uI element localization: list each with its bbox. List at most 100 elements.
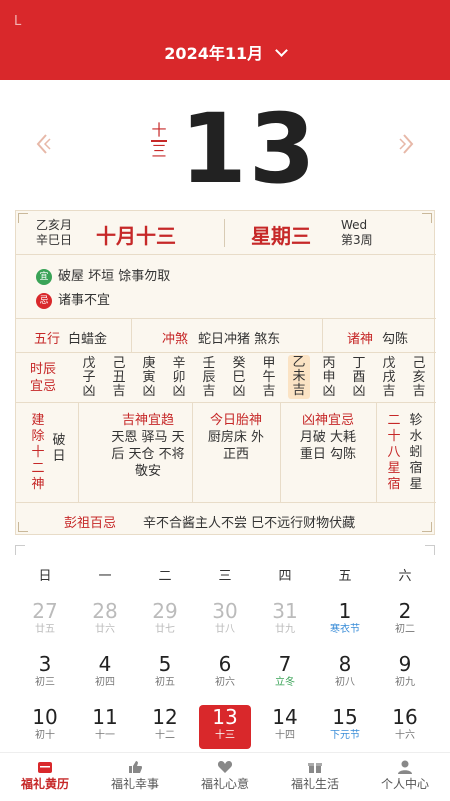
day-number: 6 (218, 652, 232, 676)
calendar-day[interactable]: 27 廿五 (19, 599, 71, 643)
calendar-day[interactable]: 11 十一 (79, 705, 131, 749)
shichen-item: 癸巳凶 (228, 357, 250, 399)
calendar-day[interactable]: 3 初三 (19, 652, 71, 696)
weekday-header: 五 (338, 569, 352, 584)
calendar-day[interactable]: 12 十二 (139, 705, 191, 749)
shichen-verdict: 吉 (112, 384, 126, 399)
day-number: 15 (332, 705, 358, 729)
calendar-day[interactable]: 16 十六 (379, 705, 431, 749)
taishen-line: 厨房床 外 (207, 430, 265, 445)
xiongshen-body: 月破 大耗 重日 勾陈 (280, 429, 376, 463)
calendar-day[interactable]: 5 初五 (139, 652, 191, 696)
shichen-item: 戊子凶 (78, 357, 100, 399)
calendar-day[interactable]: 2 初二 (379, 599, 431, 643)
tab-5[interactable]: 个人中心 (360, 753, 450, 801)
xiongshen-line: 重日 勾陈 (299, 447, 357, 462)
calendar-day[interactable]: 14 十四 (259, 705, 311, 749)
shichen-verdict: 凶 (82, 384, 96, 399)
tab-2[interactable]: 福礼幸事 (90, 753, 180, 801)
chongsha-value: 蛇日冲猪 煞东 (198, 332, 281, 347)
lunar-date: 十月十三 (96, 224, 176, 248)
day-lunar: 初十 (35, 730, 55, 741)
day-number: 1 (338, 599, 352, 623)
shichen-item: 丙申凶 (318, 357, 340, 399)
shichen-label-line: 宜忌 (30, 379, 57, 394)
day-number: 16 (392, 705, 418, 729)
pengzu-value: 辛不合酱主人不尝 巳不远行财物伏藏 (143, 516, 356, 531)
shichen-ganzhi-1: 己亥 (412, 356, 426, 385)
jianchu-value: 破日 (52, 433, 66, 464)
calendar-day[interactable]: 7 立冬 (259, 652, 311, 696)
shichen-verdict: 凶 (322, 384, 336, 399)
wuxing-row: 五行 白蜡金 冲煞 蛇日冲猪 煞东 诸神 勾陈 (16, 319, 436, 353)
calendar-icon (37, 759, 53, 773)
calendar-day[interactable]: 9 初九 (379, 652, 431, 696)
shichen-ganzhi-1: 己丑 (112, 356, 126, 385)
calendar-day[interactable]: 1 寒衣节 (319, 599, 371, 643)
weekday-header: 三 (218, 569, 232, 584)
calendar-day-selected[interactable]: 13 十三 (199, 705, 251, 749)
day-number: 30 (212, 599, 238, 623)
calendar-day[interactable]: 28 廿六 (79, 599, 131, 643)
calendar-day[interactable]: 4 初四 (79, 652, 131, 696)
month-selector[interactable]: 2024年11月 (0, 40, 450, 64)
weekday-header: 一 (98, 569, 112, 584)
day-number: 27 (32, 599, 58, 623)
shichen-ganzhi-1: 庚寅 (142, 356, 156, 385)
user-icon (397, 759, 413, 774)
date-hero: 十 三 13 (0, 80, 450, 208)
day-lunar: 廿五 (35, 624, 55, 635)
week-number: 第3周 (341, 233, 373, 247)
calendar-day[interactable]: 29 廿七 (139, 599, 191, 643)
day-number: 2 (398, 599, 412, 623)
status-mark: L (14, 14, 22, 29)
day-number: 29 (152, 599, 178, 623)
chevron-right-icon (399, 134, 414, 154)
day-number: 5 (158, 652, 172, 676)
shichen-verdict: 凶 (172, 384, 186, 399)
shichen-item: 戊戌吉 (378, 357, 400, 399)
taishen-line: 正西 (222, 447, 249, 462)
day-lunar: 下元节 (330, 730, 360, 741)
bottom-tab-bar: 福礼黄历 福礼幸事 福礼心意 福礼生活 个人中心 (0, 752, 450, 800)
calendar-day[interactable]: 31 廿九 (259, 599, 311, 643)
weekday: 星期三 (251, 224, 311, 248)
shichen-ganzhi-1: 辛卯 (172, 356, 186, 385)
day-number: 11 (92, 705, 118, 729)
calendar-day[interactable]: 8 初八 (319, 652, 371, 696)
day-lunar: 初二 (395, 624, 415, 635)
day-number: 9 (398, 652, 412, 676)
weekday-header: 六 (398, 569, 412, 584)
chongsha-label: 冲煞 (162, 332, 189, 347)
shichen-item: 丁酉凶 (348, 357, 370, 399)
tab-label: 福礼心意 (200, 777, 249, 791)
tab-3[interactable]: 福礼心意 (180, 753, 270, 801)
shichen-label: 时辰 宜忌 (30, 361, 56, 395)
calendar-day[interactable]: 15 下元节 (319, 705, 371, 749)
prev-day-button[interactable] (32, 132, 56, 156)
date-summary-row: 乙亥月 辛巳日 十月十三 星期三 Wed 第3周 (16, 211, 436, 255)
shichen-item: 辛卯凶 (168, 357, 190, 399)
day-lunar: 初五 (155, 677, 175, 688)
app-header: L 2024年11月 (0, 0, 450, 80)
ji-line: 忌诸事不宜 (36, 289, 110, 309)
shichen-item: 庚寅凶 (138, 357, 160, 399)
shichen-item: 乙未吉 (288, 355, 310, 399)
day-lunar: 十二 (155, 730, 175, 741)
next-day-button[interactable] (394, 132, 418, 156)
ganzhi: 乙亥月 辛巳日 (36, 218, 72, 248)
almanac-card: 乙亥月 辛巳日 十月十三 星期三 Wed 第3周 宜破屋 坏垣 馀事勿取 忌诸事… (15, 210, 436, 535)
wuxing-value: 白蜡金 (68, 332, 108, 347)
shichen-ganzhi-1: 丁酉 (352, 356, 366, 385)
calendar-day[interactable]: 30 廿八 (199, 599, 251, 643)
day-lunar: 寒衣节 (330, 624, 360, 635)
tab-1[interactable]: 福礼黄历 (0, 753, 90, 801)
shichen-item: 己丑吉 (108, 357, 130, 399)
calendar-day[interactable]: 6 初六 (199, 652, 251, 696)
day-lunar: 初三 (35, 677, 55, 688)
day-number: 13 (212, 705, 238, 729)
tab-4[interactable]: 福礼生活 (270, 753, 360, 801)
xiu-value: 轸水蚓宿星 (409, 413, 423, 492)
heart-icon (217, 759, 233, 773)
calendar-day[interactable]: 10 初十 (19, 705, 71, 749)
